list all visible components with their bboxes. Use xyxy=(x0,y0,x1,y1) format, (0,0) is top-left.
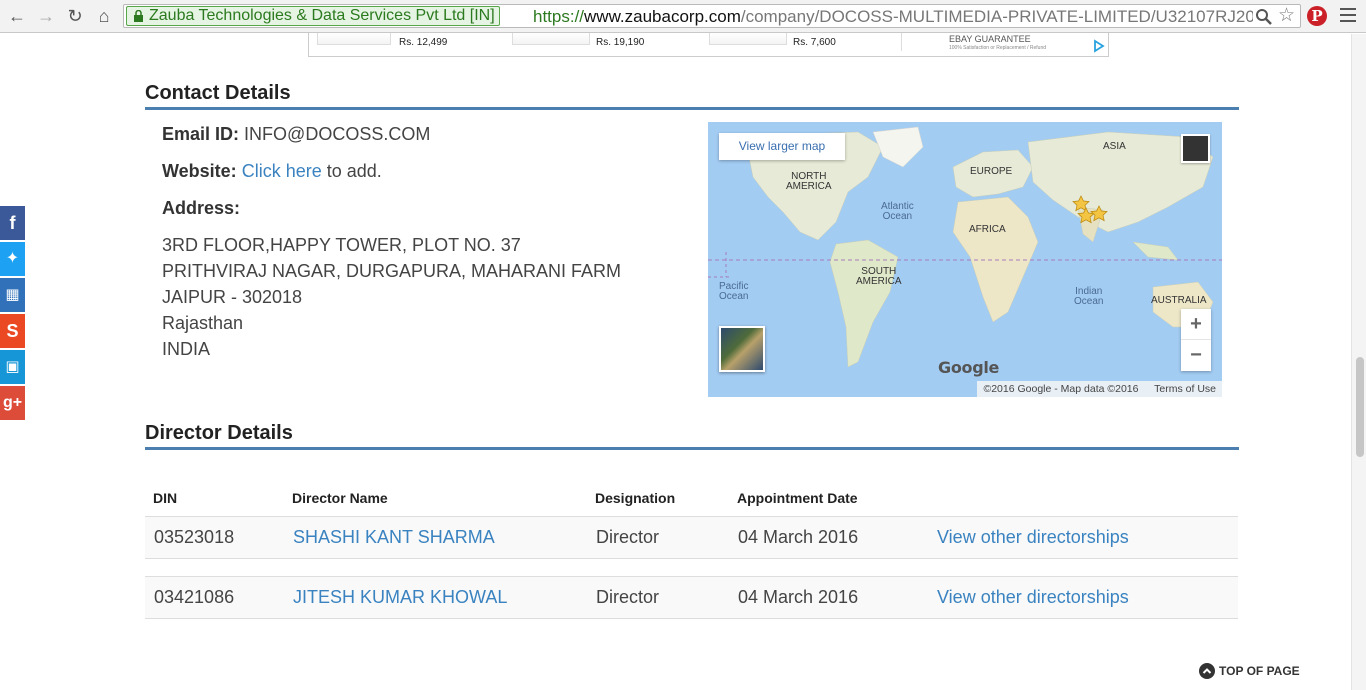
address-line: INDIA xyxy=(162,339,211,359)
map-label-indian: Indian Ocean xyxy=(1074,286,1104,307)
din-cell: 03421086 xyxy=(154,587,235,607)
ad-product-image[interactable] xyxy=(512,33,590,45)
table-row: 03421086 JITESH KUMAR KHOWAL Director 04… xyxy=(145,576,1238,619)
address-line: 3RD FLOOR,HAPPY TOWER, PLOT NO. 37 xyxy=(162,235,521,255)
browser-toolbar: ← → ↻ ⌂ Zauba Technologies & Data Servic… xyxy=(0,0,1366,33)
column-header-din: DIN xyxy=(153,490,178,506)
bookmark-star-icon[interactable]: ☆ xyxy=(1278,6,1295,26)
director-name-link[interactable]: SHASHI KANT SHARMA xyxy=(293,527,495,548)
scrollbar-thumb[interactable] xyxy=(1356,357,1364,457)
top-of-page-link[interactable]: TOP OF PAGE xyxy=(1199,663,1300,680)
ad-product-image[interactable] xyxy=(709,33,787,45)
menu-icon[interactable] xyxy=(1340,8,1356,22)
map-terrain xyxy=(708,126,1222,368)
delicious-alt-icon[interactable]: ▣ xyxy=(0,350,25,384)
zoom-icon[interactable] xyxy=(1255,8,1273,26)
email-label: Email ID: xyxy=(162,124,240,144)
vertical-scrollbar[interactable] xyxy=(1351,34,1366,690)
address-line: PRITHVIRAJ NAGAR, DURGAPURA, MAHARANI FA… xyxy=(162,261,622,281)
delicious-icon[interactable]: ▦ xyxy=(0,278,25,312)
contact-section-title: Contact Details xyxy=(145,82,291,104)
ad-guarantee-sub: 100% Satisfaction or Replacement / Refun… xyxy=(949,45,1046,51)
map-copyright: ©2016 Google - Map data ©2016 xyxy=(983,383,1139,395)
adchoices-icon[interactable] xyxy=(1092,39,1106,53)
ad-price[interactable]: Rs. 12,499 xyxy=(399,37,447,48)
ad-product-image[interactable] xyxy=(317,33,391,45)
map-terms-link[interactable]: Terms of Use xyxy=(1154,383,1216,395)
ad-price[interactable]: Rs. 7,600 xyxy=(793,37,836,48)
designation-cell: Director xyxy=(596,587,660,607)
map-label-atlantic: Atlantic Ocean xyxy=(881,201,914,222)
website-label: Website: xyxy=(162,161,237,181)
email-value: INFO@DOCOSS.COM xyxy=(244,124,431,144)
address-label: Address: xyxy=(162,198,241,218)
lock-icon xyxy=(134,10,143,22)
view-larger-map-button[interactable]: View larger map xyxy=(719,133,845,160)
google-plus-icon[interactable]: g+ xyxy=(0,386,25,420)
table-row: 03523018 SHASHI KANT SHARMA Director 04 … xyxy=(145,516,1238,559)
map-label-europe: EUROPE xyxy=(970,166,1013,177)
address-line: Rajasthan xyxy=(162,313,244,333)
column-header-name: Director Name xyxy=(292,490,388,506)
zoom-out-button[interactable]: − xyxy=(1181,340,1211,371)
director-section-title: Director Details xyxy=(145,422,293,444)
back-arrow-icon[interactable]: ← xyxy=(6,6,28,26)
forward-arrow-icon[interactable]: → xyxy=(35,6,57,26)
url-host: www.zaubacorp.com xyxy=(584,7,741,26)
address-bar[interactable]: Zauba Technologies & Data Services Pvt L… xyxy=(123,4,1301,28)
location-map[interactable]: ASIA NORTH AMERICA EUROPE Atlantic Ocean… xyxy=(708,122,1222,397)
map-zoom-control: + − xyxy=(1181,309,1211,371)
map-label-north-america: NORTH AMERICA xyxy=(786,171,832,192)
ad-divider xyxy=(901,33,902,51)
satellite-toggle[interactable] xyxy=(719,326,765,372)
top-of-page-label: TOP OF PAGE xyxy=(1219,664,1300,679)
column-header-date: Appointment Date xyxy=(737,490,858,506)
avatar[interactable] xyxy=(1181,134,1210,163)
ad-guarantee[interactable]: EBAY GUARANTEE xyxy=(949,34,1031,44)
zoom-in-button[interactable]: + xyxy=(1181,309,1211,340)
url-path: /company/DOCOSS-MULTIMEDIA-PRIVATE-LIMIT… xyxy=(740,7,1253,26)
google-logo: Google xyxy=(938,358,1000,377)
stumbleupon-icon[interactable]: S xyxy=(0,314,25,348)
ad-price[interactable]: Rs. 19,190 xyxy=(596,37,644,48)
facebook-icon[interactable]: f xyxy=(0,206,25,240)
website-suffix: to add. xyxy=(326,161,382,181)
view-directorships-link[interactable]: View other directorships xyxy=(937,527,1129,548)
url-scheme: https:// xyxy=(533,7,585,26)
map-attribution: ©2016 Google - Map data ©2016 Terms of U… xyxy=(977,381,1222,397)
website-row: Website: Click here to add. xyxy=(162,161,382,182)
director-name-link[interactable]: JITESH KUMAR KHOWAL xyxy=(293,587,507,608)
din-cell: 03523018 xyxy=(154,527,235,547)
website-add-link[interactable]: Click here xyxy=(242,161,322,181)
ssl-label: Zauba Technologies & Data Services Pvt L… xyxy=(149,7,495,24)
map-label-australia: AUSTRALIA xyxy=(1151,295,1207,306)
map-label-asia: ASIA xyxy=(1103,141,1126,152)
reload-icon[interactable]: ↻ xyxy=(64,6,86,26)
appointment-date-cell: 04 March 2016 xyxy=(738,527,859,547)
email-row: Email ID: INFO@DOCOSS.COM xyxy=(162,124,430,145)
address-line: JAIPUR - 302018 xyxy=(162,287,303,307)
home-icon[interactable]: ⌂ xyxy=(93,6,115,26)
map-label-africa: AFRICA xyxy=(969,224,1006,235)
section-divider xyxy=(145,107,1239,110)
twitter-icon[interactable]: ✦ xyxy=(0,242,25,276)
map-label-south-america: SOUTH AMERICA xyxy=(856,266,902,287)
pinterest-icon[interactable]: P xyxy=(1307,6,1327,26)
map-label-pacific: Pacific Ocean xyxy=(719,281,749,302)
designation-cell: Director xyxy=(596,527,660,547)
url-text[interactable]: https://www.zaubacorp.com/company/DOCOSS… xyxy=(533,7,1253,27)
appointment-date-cell: 04 March 2016 xyxy=(738,587,859,607)
column-header-designation: Designation xyxy=(595,490,676,506)
view-directorships-link[interactable]: View other directorships xyxy=(937,587,1129,608)
ssl-badge[interactable]: Zauba Technologies & Data Services Pvt L… xyxy=(126,6,500,26)
section-divider xyxy=(145,447,1239,450)
chevron-up-icon xyxy=(1199,663,1215,679)
ad-banner[interactable]: Rs. 12,499 Rs. 19,190 Rs. 7,600 EBAY GUA… xyxy=(308,33,1109,57)
